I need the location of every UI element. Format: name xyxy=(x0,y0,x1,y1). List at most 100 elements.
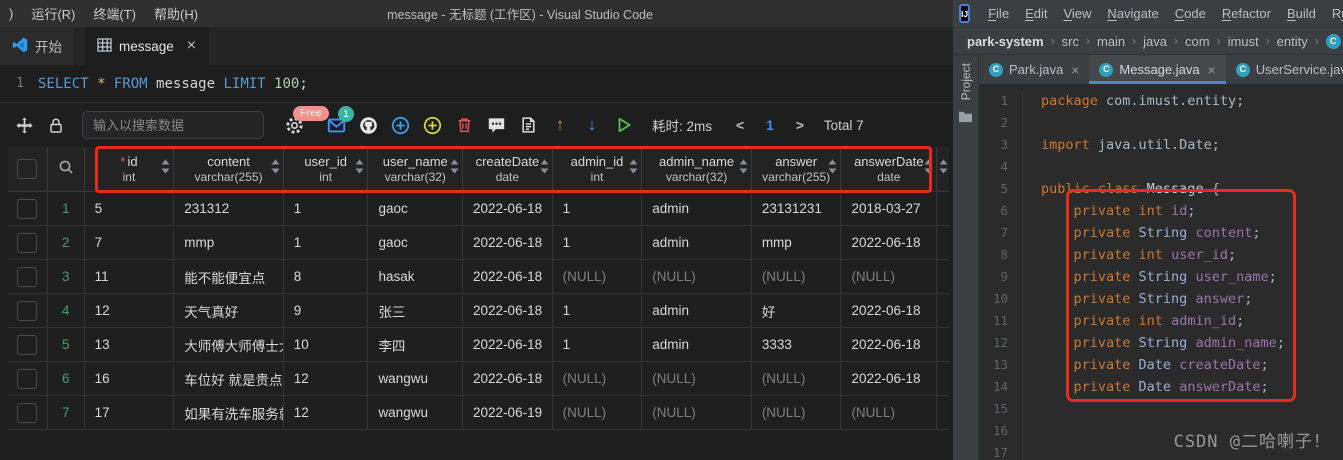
sort-icon[interactable] xyxy=(939,159,948,179)
trash-icon[interactable] xyxy=(454,115,474,135)
column-header-admin_name[interactable]: admin_namevarchar(32) xyxy=(642,147,752,191)
column-name: content xyxy=(207,154,250,170)
close-icon[interactable]: × xyxy=(1208,62,1216,78)
sql-editor[interactable]: 1 SELECT * FROM message LIMIT 100; xyxy=(0,65,953,103)
column-header-answerDate[interactable]: answerDatedate xyxy=(841,147,937,191)
row-select-cell xyxy=(8,192,48,225)
sort-icon[interactable] xyxy=(629,159,638,179)
vscode-menu-item[interactable]: ) xyxy=(0,0,22,27)
column-header-createDate[interactable]: createDatedate xyxy=(463,147,553,191)
table-cell: gaoc xyxy=(368,192,463,225)
table-cell: admin xyxy=(642,294,752,327)
breadcrumb-item[interactable]: imust xyxy=(1228,34,1259,49)
comment-icon[interactable] xyxy=(486,115,506,135)
code-editor[interactable]: CSDN @二哈喇子！ 1package com.imust.entity;23… xyxy=(979,84,1343,460)
vscode-menu-item[interactable]: 帮助(H) xyxy=(145,0,207,27)
breadcrumb-item[interactable]: com xyxy=(1185,34,1210,49)
search-icon[interactable] xyxy=(58,159,74,180)
sort-icon[interactable] xyxy=(828,159,837,179)
line-number: 16 xyxy=(979,420,1023,442)
move-icon[interactable] xyxy=(14,115,34,135)
mail-icon[interactable]: 1 xyxy=(326,115,346,135)
prev-page-button[interactable]: < xyxy=(732,117,748,133)
intellij-menu-run[interactable]: Run xyxy=(1324,6,1343,21)
tab-开始[interactable]: 开始 xyxy=(0,27,75,65)
sort-icon[interactable] xyxy=(355,159,364,179)
lock-icon[interactable] xyxy=(46,115,66,135)
row-checkbox[interactable] xyxy=(17,403,37,423)
code-line: 5public class Message { xyxy=(979,178,1343,200)
code-text xyxy=(1023,398,1041,420)
row-checkbox[interactable] xyxy=(17,233,37,253)
breadcrumb-item[interactable]: entity xyxy=(1277,34,1308,49)
tab-Message.java[interactable]: CMessage.java× xyxy=(1089,55,1225,84)
intellij-menu-navigate[interactable]: Navigate xyxy=(1099,6,1166,21)
sort-icon[interactable] xyxy=(450,159,459,179)
code-token: com.imust.entity; xyxy=(1106,93,1244,109)
tab-UserService.java[interactable]: CUserService.java× xyxy=(1226,55,1343,84)
gear-icon[interactable]: Free xyxy=(284,115,304,135)
column-type: int xyxy=(123,170,136,185)
github-icon[interactable] xyxy=(358,115,378,135)
row-checkbox[interactable] xyxy=(17,335,37,355)
intellij-logo-icon: IJ xyxy=(959,4,970,23)
intellij-tabbar: CPark.java×CMessage.java×CUserService.ja… xyxy=(979,55,1343,84)
next-page-button[interactable]: > xyxy=(792,117,808,133)
add-circle-yellow-icon[interactable] xyxy=(422,115,442,135)
vscode-menu-item[interactable]: 运行(R) xyxy=(22,0,84,27)
table-cell: 能不能便宜点 xyxy=(174,260,284,293)
row-checkbox[interactable] xyxy=(17,369,37,389)
table-row: 513大师傅大师傅士大10李四2022-06-181admin33332022-… xyxy=(8,328,949,362)
breadcrumb-item[interactable]: src xyxy=(1062,34,1079,49)
table-cell: (NULL) xyxy=(841,260,937,293)
column-header-user_id[interactable]: user_idint xyxy=(284,147,369,191)
column-header-overflow xyxy=(937,147,949,191)
code-token: admin_id xyxy=(1171,313,1236,329)
sort-icon[interactable] xyxy=(739,159,748,179)
tab-message[interactable]: message× xyxy=(85,27,209,65)
intellij-menu-refactor[interactable]: Refactor xyxy=(1214,6,1279,21)
breadcrumb-item[interactable]: java xyxy=(1143,34,1167,49)
code-line: 11 private int admin_id; xyxy=(979,310,1343,332)
breadcrumb-item[interactable]: park-system xyxy=(967,34,1044,49)
intellij-menu-build[interactable]: Build xyxy=(1279,6,1324,21)
intellij-menu-view[interactable]: View xyxy=(1055,6,1099,21)
intellij-menu-file[interactable]: File xyxy=(980,6,1017,21)
code-token: private xyxy=(1041,247,1139,263)
project-tool-button[interactable]: Project xyxy=(959,63,973,100)
add-circle-blue-icon[interactable] xyxy=(390,115,410,135)
arrow-down-icon[interactable]: ↓ xyxy=(582,115,602,135)
column-header-answer[interactable]: answervarchar(255) xyxy=(752,147,842,191)
table-cell: 李四 xyxy=(368,328,463,361)
arrow-up-icon[interactable]: ↑ xyxy=(550,115,570,135)
row-checkbox[interactable] xyxy=(17,267,37,287)
run-icon[interactable] xyxy=(614,115,634,135)
tab-Park.java[interactable]: CPark.java× xyxy=(979,55,1089,84)
column-header-content[interactable]: contentvarchar(255) xyxy=(174,147,284,191)
close-icon[interactable]: × xyxy=(187,38,196,54)
search-input[interactable] xyxy=(82,111,264,139)
column-header-admin_id[interactable]: admin_idint xyxy=(553,147,643,191)
row-checkbox[interactable] xyxy=(17,199,37,219)
table-cell: (NULL) xyxy=(752,362,842,395)
column-header-user_name[interactable]: user_namevarchar(32) xyxy=(368,147,463,191)
code-token: Message xyxy=(1147,181,1212,197)
vscode-menu-item[interactable]: 终端(T) xyxy=(84,0,145,27)
table-cell: gaoc xyxy=(368,226,463,259)
column-header-id[interactable]: *idint xyxy=(85,147,175,191)
table-row: 27mmp1gaoc2022-06-181adminmmp2022-06-18 xyxy=(8,226,949,260)
intellij-menu-edit[interactable]: Edit xyxy=(1017,6,1055,21)
select-all-checkbox[interactable] xyxy=(17,159,37,179)
sort-icon[interactable] xyxy=(540,159,549,179)
intellij-menu-code[interactable]: Code xyxy=(1167,6,1214,21)
breadcrumb-separator-icon: › xyxy=(1174,34,1178,48)
sort-icon[interactable] xyxy=(271,159,280,179)
document-icon[interactable] xyxy=(518,115,538,135)
table-cell: mmp xyxy=(752,226,842,259)
row-checkbox[interactable] xyxy=(17,301,37,321)
sort-icon[interactable] xyxy=(924,159,933,179)
sort-icon[interactable] xyxy=(161,159,170,179)
close-icon[interactable]: × xyxy=(1071,62,1079,78)
breadcrumb-item[interactable]: main xyxy=(1097,34,1125,49)
code-token: private xyxy=(1041,313,1139,329)
